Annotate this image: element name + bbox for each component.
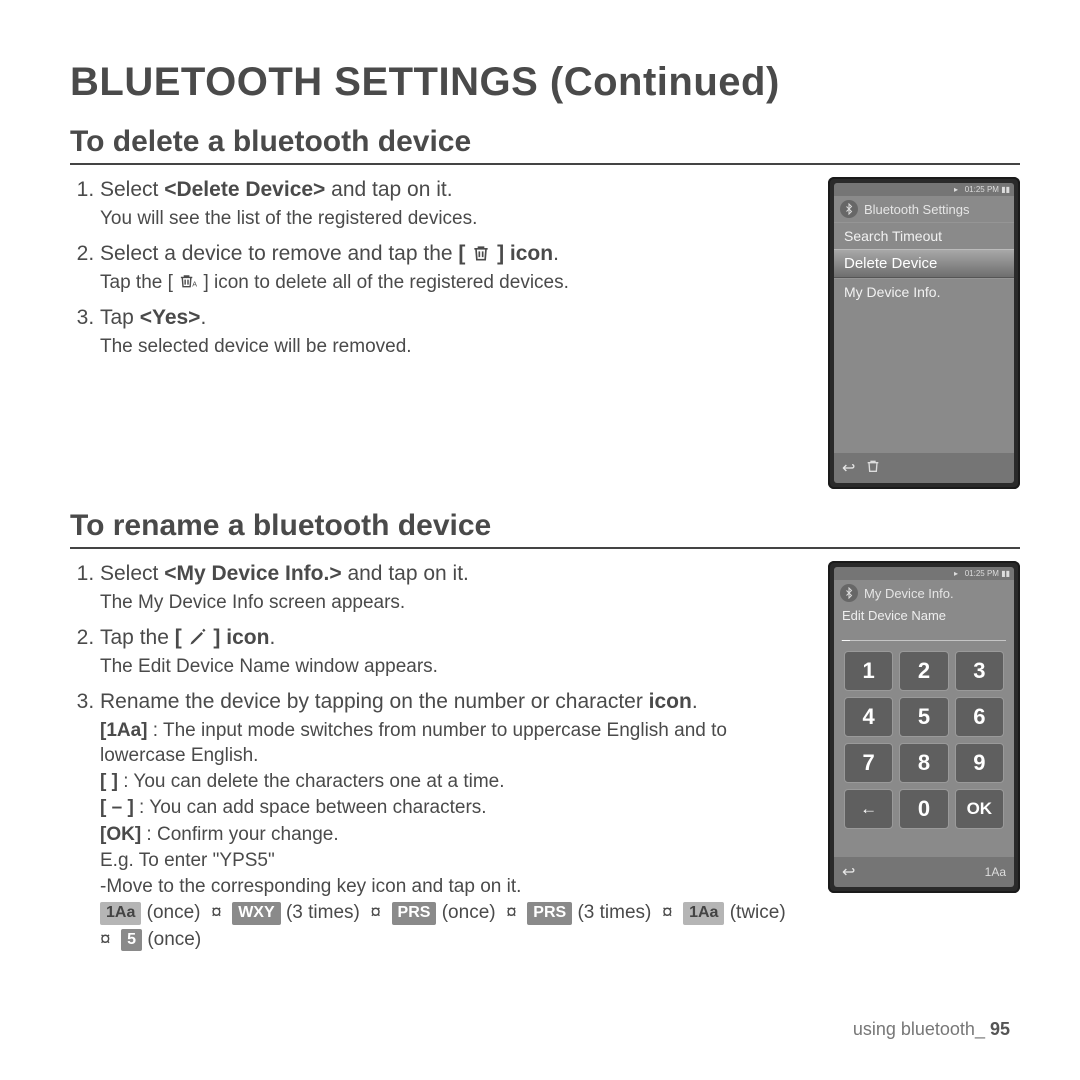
trash-icon bbox=[471, 243, 491, 263]
bluetooth-icon bbox=[840, 584, 858, 602]
section-delete-heading: To delete a bluetooth device bbox=[70, 125, 1020, 165]
key-3: 3 bbox=[955, 651, 1004, 691]
key-ok: OK bbox=[955, 789, 1004, 829]
delete-step-3: Tap <Yes>. The selected device will be r… bbox=[100, 305, 804, 359]
key-5: 5 bbox=[899, 697, 948, 737]
bluetooth-icon bbox=[840, 200, 858, 218]
rename-step-3: Rename the device by tapping on the numb… bbox=[100, 689, 804, 952]
edit-device-name-input: _ bbox=[842, 625, 1006, 641]
input-mode-indicator: 1Aa bbox=[985, 865, 1006, 879]
key-0: 0 bbox=[899, 789, 948, 829]
example-sequence: 1Aa (once) ¤ WXY (3 times) ¤ PRS (once) … bbox=[100, 901, 804, 925]
delete-step-1: Select <Delete Device> and tap on it. Yo… bbox=[100, 177, 804, 231]
edit-device-name-label: Edit Device Name bbox=[834, 606, 1014, 623]
pencil-icon bbox=[188, 627, 208, 647]
device-screenshot-settings: ▸ 01:25 PM ▮▮ Bluetooth Settings Search … bbox=[828, 177, 1020, 489]
menu-item-delete-device: Delete Device bbox=[834, 249, 1014, 278]
screen-header: Bluetooth Settings bbox=[834, 196, 1014, 222]
section-rename-heading: To rename a bluetooth device bbox=[70, 509, 1020, 549]
page-footer: using bluetooth_ 95 bbox=[853, 1019, 1010, 1040]
keypad: 1 2 3 4 5 6 7 8 9 ← 0 OK bbox=[834, 647, 1014, 837]
device-screenshot-keypad: ▸ 01:25 PM ▮▮ My Device Info. Edit Devic… bbox=[828, 561, 1020, 893]
key-1: 1 bbox=[844, 651, 893, 691]
back-icon: ↩ bbox=[842, 458, 855, 478]
key-4: 4 bbox=[844, 697, 893, 737]
key-backspace: ← bbox=[844, 789, 893, 829]
key-8: 8 bbox=[899, 743, 948, 783]
menu-item-search-timeout: Search Timeout bbox=[834, 222, 1014, 249]
rename-step-2: Tap the [ ] icon. The Edit Device Name w… bbox=[100, 625, 804, 679]
status-bar: ▸ 01:25 PM ▮▮ bbox=[834, 183, 1014, 196]
key-9: 9 bbox=[955, 743, 1004, 783]
svg-text:A: A bbox=[192, 281, 197, 289]
trash-icon bbox=[865, 458, 881, 479]
key-2: 2 bbox=[899, 651, 948, 691]
trash-all-icon: A bbox=[178, 271, 198, 291]
key-7: 7 bbox=[844, 743, 893, 783]
rename-step-1: Select <My Device Info.> and tap on it. … bbox=[100, 561, 804, 615]
key-6: 6 bbox=[955, 697, 1004, 737]
menu-item-my-device-info: My Device Info. bbox=[834, 278, 1014, 305]
screen-header: My Device Info. bbox=[834, 580, 1014, 606]
page-title: BLUETOOTH SETTINGS (Continued) bbox=[70, 60, 1020, 105]
status-bar: ▸ 01:25 PM ▮▮ bbox=[834, 567, 1014, 580]
back-icon: ↩ bbox=[842, 862, 855, 882]
delete-step-2: Select a device to remove and tap the [ … bbox=[100, 241, 804, 295]
